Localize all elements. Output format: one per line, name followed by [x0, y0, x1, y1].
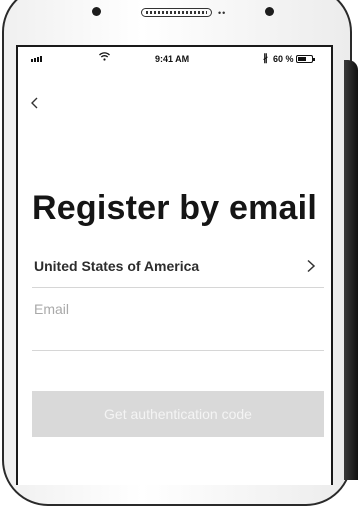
sensor-dots: ••	[218, 8, 227, 18]
battery-icon	[296, 55, 315, 63]
email-input[interactable]	[34, 301, 326, 317]
earpiece-speaker	[141, 8, 212, 17]
get-auth-code-button[interactable]: Get authentication code	[32, 391, 324, 437]
battery-percent: 60 %	[273, 54, 294, 64]
front-camera	[92, 7, 101, 16]
email-field[interactable]	[32, 289, 326, 351]
country-label: United States of America	[34, 258, 200, 274]
page-title: Register by email	[32, 189, 317, 227]
chevron-left-icon	[31, 97, 38, 109]
bluetooth-icon: ∦	[263, 53, 268, 64]
status-time: 9:41 AM	[155, 54, 190, 64]
chevron-right-icon	[307, 259, 316, 273]
app-screen: 9:41 AM ∦ 60 % Register by email United …	[16, 45, 333, 485]
signal-icon	[31, 56, 42, 62]
status-bar: 9:41 AM ∦ 60 %	[18, 47, 331, 73]
back-button[interactable]	[28, 94, 44, 112]
wifi-icon	[99, 52, 110, 61]
country-selector[interactable]: United States of America	[32, 245, 324, 288]
phone-edge	[344, 60, 358, 480]
proximity-sensor	[265, 7, 274, 16]
